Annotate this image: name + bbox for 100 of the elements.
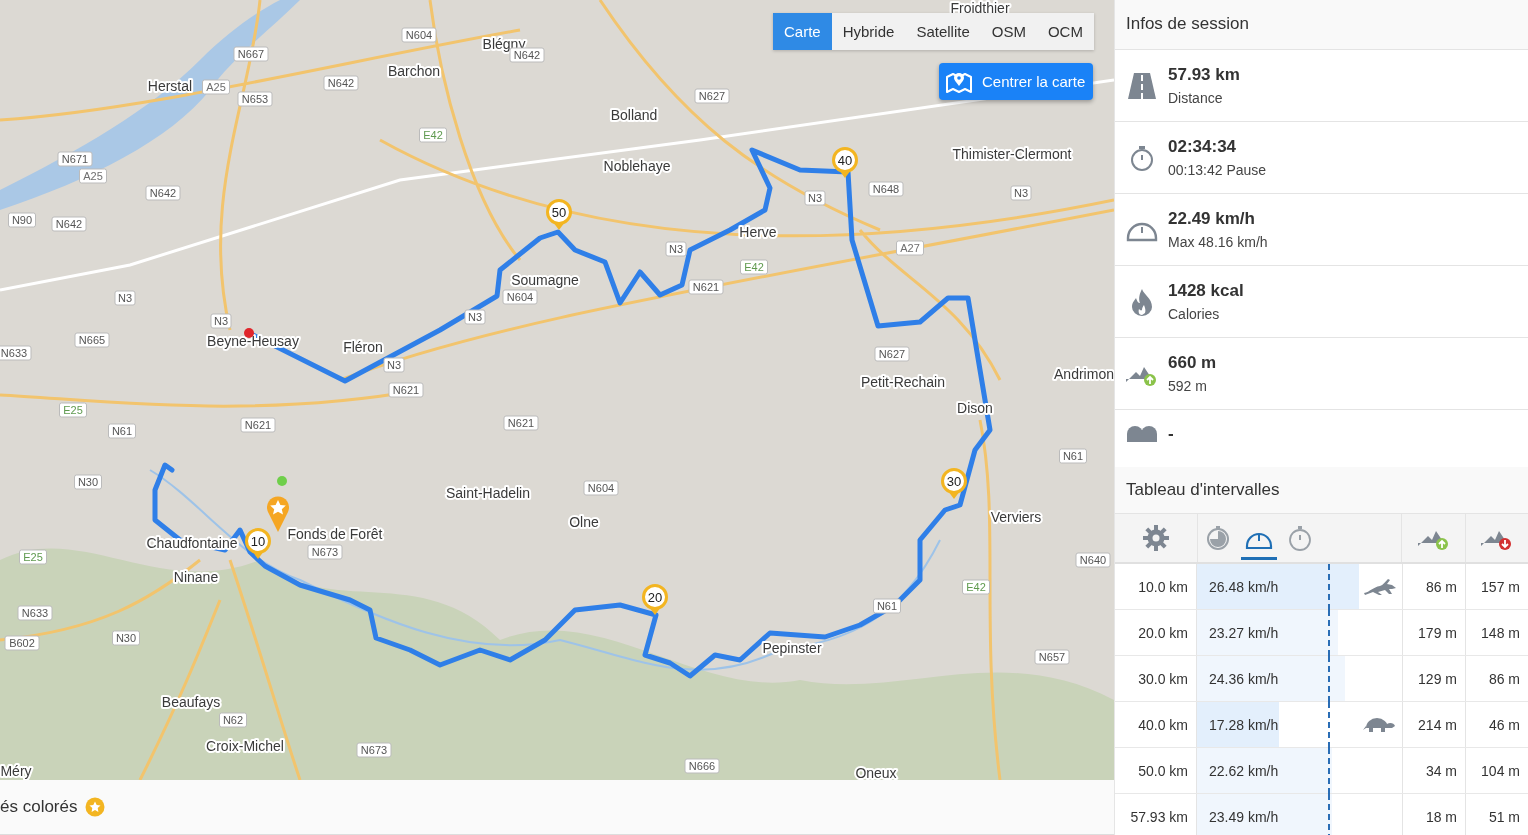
table-cell: 34 m	[1403, 748, 1466, 793]
map-pin-icon	[946, 70, 972, 93]
place-label: Petit-Rechain	[861, 374, 945, 390]
table-cell-text: 17.28 km/h	[1208, 716, 1279, 733]
stat-label: Max 48.16 km/h	[1168, 234, 1268, 250]
place-label: Froidthier	[950, 0, 1010, 16]
place-label: Méry	[0, 763, 32, 779]
road-number: N633	[0, 345, 32, 361]
map-type-tab[interactable]: Carte	[773, 13, 832, 50]
road-number: N648	[868, 181, 904, 197]
table-cell: 86 m	[1403, 564, 1466, 609]
road-number: E25	[19, 549, 47, 565]
road-number: N3	[665, 241, 687, 257]
place-label: Bolland	[610, 107, 658, 123]
road-number: N673	[307, 544, 343, 560]
place-label: Barchon	[387, 63, 441, 79]
stat-value: 57.93 km	[1168, 65, 1240, 85]
place-label: Verviers	[990, 509, 1042, 525]
road-icon	[1127, 72, 1156, 99]
place-label: Oneux	[855, 765, 897, 780]
place-label: Olne	[569, 514, 599, 530]
table-cell: 214 m	[1403, 702, 1466, 747]
road-number: N621	[240, 417, 276, 433]
road-number: N3	[464, 309, 486, 325]
place-label: Andrimon	[1054, 366, 1114, 382]
place-label: Thimister-Clermont	[952, 146, 1072, 162]
road-number: N3	[383, 357, 405, 373]
pie-clock-icon[interactable]	[1204, 525, 1231, 551]
star-badge-icon	[85, 797, 106, 817]
table-cell-text: 23.27 km/h	[1208, 624, 1279, 641]
map-type-tab[interactable]: Satellite	[905, 13, 981, 50]
road-number: N3	[804, 190, 826, 206]
place-label: Saint-Hadelin	[445, 485, 531, 501]
road-number: N604	[583, 480, 619, 496]
table-cell-text: 26.48 km/h	[1208, 578, 1279, 595]
road-number: N627	[874, 346, 910, 362]
road-number: B602	[4, 635, 40, 651]
road-number: N90	[8, 212, 36, 228]
road-number: N666	[684, 758, 720, 774]
road-number: N61	[873, 598, 901, 614]
road-number: N642	[145, 185, 181, 201]
place-label: Fonds de Forêt	[287, 526, 383, 542]
table-cell: 179 m	[1403, 610, 1466, 655]
road-number: N640	[1075, 552, 1111, 568]
center-map-button[interactable]: Centrer la carte	[939, 63, 1094, 100]
road-number: E42	[962, 579, 990, 595]
stat-label: Distance	[1168, 90, 1224, 106]
road-number: N665	[74, 332, 110, 348]
road-number: N61	[108, 423, 136, 439]
place-label: Soumagne	[511, 272, 579, 288]
road-number: N627	[694, 88, 730, 104]
place-label: Beaufays	[161, 694, 221, 710]
road-number: N604	[401, 27, 437, 43]
road-number: N642	[323, 75, 359, 91]
place-label: Noblehaye	[603, 158, 671, 174]
road-number: E42	[740, 259, 768, 275]
place-label: Herstal	[147, 78, 193, 94]
stat-value: 660 m	[1168, 353, 1217, 373]
stat-value: 1428 kcal	[1168, 281, 1244, 301]
stopwatch-icon	[1128, 144, 1155, 171]
road-number: N604	[502, 289, 538, 305]
road-number: N30	[112, 630, 140, 646]
road-number: E42	[419, 127, 447, 143]
stat-label: 592 m	[1168, 378, 1208, 394]
road-number: N673	[356, 742, 392, 758]
table-cell: 18 m	[1403, 794, 1466, 835]
table-cell-text: 46 m	[1487, 715, 1521, 735]
place-label: Ninane	[173, 569, 219, 585]
two-circles-icon	[1125, 424, 1158, 442]
road-number: N633	[17, 605, 53, 621]
stat-label: 00:13:42 Pause	[1168, 162, 1267, 178]
road-number: N62	[219, 712, 247, 728]
panel-title: Tableau d'intervalles	[1115, 467, 1528, 513]
place-label: Fléron	[343, 339, 383, 355]
map-type-tab[interactable]: OCM	[1036, 13, 1094, 50]
road-number: N667	[233, 46, 269, 62]
road-number: N642	[51, 216, 87, 232]
road-number: A25	[202, 79, 230, 95]
table-cell-text: 23.49 km/h	[1208, 808, 1279, 825]
star-pin	[267, 496, 289, 532]
road-number: N671	[57, 151, 93, 167]
stat-value: 22.49 km/h	[1168, 209, 1256, 229]
stat-label: Calories	[1168, 306, 1221, 322]
settings-icon	[1142, 525, 1169, 551]
table-cell-text: 22.62 km/h	[1208, 762, 1279, 779]
stopwatch-icon[interactable]	[1286, 525, 1313, 551]
road-number: N3	[210, 313, 232, 329]
start-point	[277, 476, 287, 486]
road-number: N621	[503, 415, 539, 431]
road-number: N3	[1010, 185, 1032, 201]
road-number: N3	[114, 290, 136, 306]
stat-value: -	[1168, 424, 1174, 444]
road-number: N657	[1034, 649, 1070, 665]
legend-text: és colorés	[0, 797, 78, 817]
table-cell-text: 104 m	[1480, 761, 1521, 781]
road-number: N61	[1059, 448, 1087, 464]
table-cell-text: 24.36 km/h	[1208, 670, 1279, 687]
road-number: A25	[79, 168, 107, 184]
map-type-tab[interactable]: OSM	[980, 13, 1037, 50]
map-type-tab[interactable]: Hybride	[831, 13, 906, 50]
